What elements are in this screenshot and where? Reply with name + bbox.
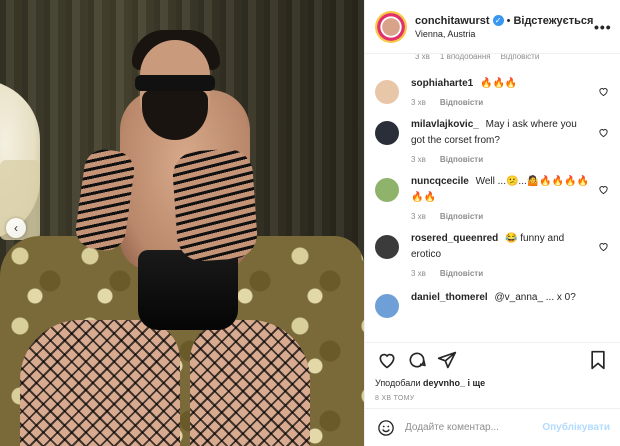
comments-list: 3 хв 1 вподобання Відповісти sophiaharte… bbox=[365, 54, 620, 342]
commenter-avatar[interactable] bbox=[375, 121, 399, 145]
sunglasses bbox=[135, 75, 215, 91]
comment-body: nuncqcecile Well ...😕...🤷🔥🔥🔥🔥🔥🔥 3 хв Від… bbox=[411, 174, 610, 221]
separator-dot: • bbox=[506, 14, 511, 27]
liker-username[interactable]: deyvnho_ bbox=[423, 378, 465, 388]
comment-text: daniel_thomerel @v_anna_ ... x 0? bbox=[411, 290, 592, 306]
previous-photo-button[interactable]: ‹ bbox=[6, 218, 26, 238]
commenter-avatar[interactable] bbox=[375, 294, 399, 318]
post-location[interactable]: Vienna, Austria bbox=[415, 29, 594, 39]
author-username[interactable]: conchitawurst bbox=[415, 15, 490, 27]
post-timestamp[interactable]: 8 хв тому bbox=[365, 390, 620, 408]
comment-time: 3 хв bbox=[411, 155, 426, 164]
heart-icon[interactable] bbox=[598, 241, 610, 253]
comment-meta: 3 хв Відповісти bbox=[411, 269, 592, 278]
add-comment-bar: Опублікувати bbox=[365, 408, 620, 446]
comment-item-partial: daniel_thomerel @v_anna_ ... x 0? bbox=[375, 290, 610, 318]
right-leg-fishnet bbox=[190, 320, 310, 446]
action-bar bbox=[365, 342, 620, 376]
following-button[interactable]: Відстежується bbox=[513, 15, 593, 27]
like-heart-icon[interactable] bbox=[375, 348, 399, 372]
right-arm-gloved bbox=[171, 147, 259, 263]
reply-button[interactable]: Відповісти bbox=[440, 155, 483, 164]
comment-content: 🔥🔥🔥 bbox=[480, 78, 518, 89]
comment-item: sophiaharte1 🔥🔥🔥 3 хв Відповісти bbox=[375, 76, 610, 107]
more-options-icon[interactable]: ••• bbox=[594, 19, 611, 35]
author-avatar[interactable] bbox=[375, 10, 407, 43]
left-leg-fishnet bbox=[20, 320, 180, 446]
commenter-username[interactable]: sophiaharte1 bbox=[411, 78, 473, 89]
comment-item: nuncqcecile Well ...😕...🤷🔥🔥🔥🔥🔥🔥 3 хв Від… bbox=[375, 174, 610, 221]
comment-text: rosered_queenred 😂 funny and erotico bbox=[411, 231, 592, 263]
reply-button[interactable]: Відповісти bbox=[440, 269, 483, 278]
comment-text: sophiaharte1 🔥🔥🔥 bbox=[411, 76, 592, 92]
commenter-username[interactable]: nuncqcecile bbox=[411, 176, 469, 187]
emoji-smiley-icon[interactable] bbox=[375, 417, 397, 439]
commenter-avatar[interactable] bbox=[375, 80, 399, 104]
comment-text: milavlajkovic_ May i ask where you got t… bbox=[411, 117, 592, 149]
comment-text: nuncqcecile Well ...😕...🤷🔥🔥🔥🔥🔥🔥 bbox=[411, 174, 592, 206]
comment-body: rosered_queenred 😂 funny and erotico 3 х… bbox=[411, 231, 610, 278]
commenter-username[interactable]: milavlajkovic_ bbox=[411, 119, 479, 130]
post-side-panel: conchitawurst ✓ • Відстежується Vienna, … bbox=[364, 0, 620, 446]
comment-time: 3 хв bbox=[415, 54, 430, 61]
partial-comment-meta: 3 хв 1 вподобання Відповісти bbox=[375, 54, 610, 66]
comment-meta: 3 хв Відповісти bbox=[411, 155, 592, 164]
comment-body: daniel_thomerel @v_anna_ ... x 0? bbox=[411, 290, 610, 306]
author-row: conchitawurst ✓ • Відстежується bbox=[415, 15, 594, 27]
commenter-avatar[interactable] bbox=[375, 235, 399, 259]
likes-prefix: Уподобали bbox=[375, 378, 421, 388]
comment-item: rosered_queenred 😂 funny and erotico 3 х… bbox=[375, 231, 610, 278]
heart-icon[interactable] bbox=[598, 86, 610, 98]
commenter-username[interactable]: daniel_thomerel bbox=[411, 292, 488, 303]
verified-badge-icon: ✓ bbox=[492, 15, 504, 26]
chevron-left-icon: ‹ bbox=[14, 221, 18, 235]
black-corset bbox=[138, 250, 238, 330]
likes-summary: Уподобали deyvnho_ і ще bbox=[365, 376, 620, 390]
comment-time: 3 хв bbox=[411, 269, 426, 278]
heart-icon[interactable] bbox=[598, 127, 610, 139]
publish-comment-button[interactable]: Опублікувати bbox=[542, 422, 610, 433]
bookmark-icon[interactable] bbox=[586, 348, 610, 372]
comment-content: @v_anna_ ... x 0? bbox=[494, 292, 576, 303]
likes-others-link[interactable]: і ще bbox=[468, 378, 486, 388]
comment-time: 3 хв bbox=[411, 212, 426, 221]
commenter-avatar[interactable] bbox=[375, 178, 399, 202]
comment-likes[interactable]: 1 вподобання bbox=[440, 54, 491, 66]
post-photo[interactable]: ‹ bbox=[0, 0, 364, 446]
post-header: conchitawurst ✓ • Відстежується Vienna, … bbox=[365, 0, 620, 54]
comment-bubble-icon[interactable] bbox=[405, 348, 429, 372]
commenter-username[interactable]: rosered_queenred bbox=[411, 233, 498, 244]
comment-input[interactable] bbox=[405, 422, 543, 433]
heart-icon[interactable] bbox=[598, 184, 610, 196]
comment-item: milavlajkovic_ May i ask where you got t… bbox=[375, 117, 610, 164]
comment-body: milavlajkovic_ May i ask where you got t… bbox=[411, 117, 610, 164]
share-paper-plane-icon[interactable] bbox=[435, 348, 459, 372]
post-viewer: ‹ conchitawurst ✓ • Відстежується Vienna… bbox=[0, 0, 620, 446]
comment-reply[interactable]: Відповісти bbox=[501, 54, 540, 66]
comment-meta: 3 хв Відповісти bbox=[411, 98, 592, 107]
reply-button[interactable]: Відповісти bbox=[440, 98, 483, 107]
author-info: conchitawurst ✓ • Відстежується Vienna, … bbox=[415, 15, 594, 39]
reply-button[interactable]: Відповісти bbox=[440, 212, 483, 221]
comment-body: sophiaharte1 🔥🔥🔥 3 хв Відповісти bbox=[411, 76, 610, 107]
comment-time: 3 хв bbox=[411, 98, 426, 107]
comment-meta: 3 хв Відповісти bbox=[411, 212, 592, 221]
